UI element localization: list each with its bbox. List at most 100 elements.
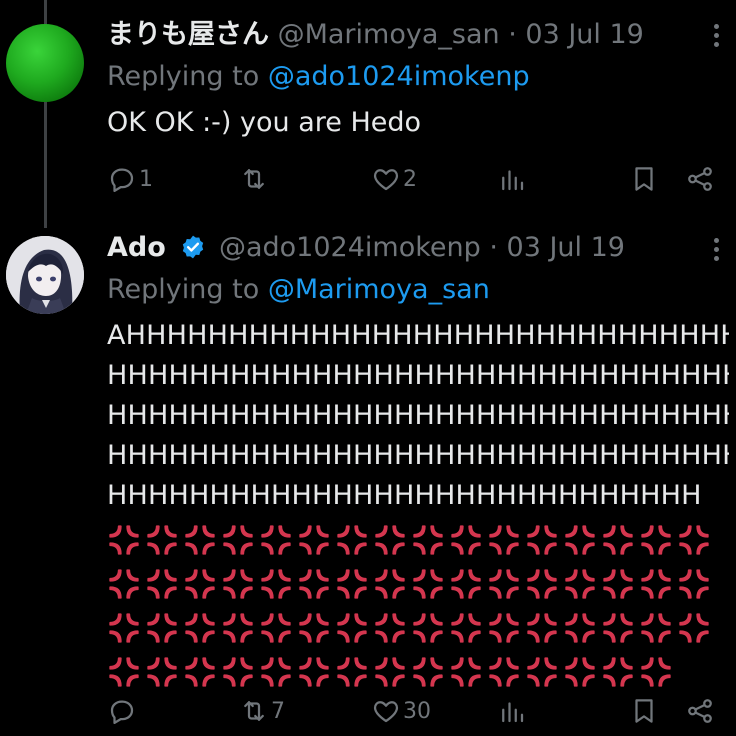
anger-symbol-icon: [565, 569, 595, 599]
anger-symbol-icon: [261, 569, 291, 599]
tweet-date[interactable]: 03 Jul 19: [507, 232, 625, 263]
like-count: 2: [403, 166, 417, 192]
anger-symbol-icon: [489, 657, 519, 687]
anger-symbol-icon: [641, 657, 671, 687]
anger-symbol-icon: [413, 525, 443, 555]
more-options-icon[interactable]: [714, 24, 720, 52]
anger-symbol-icon: [489, 525, 519, 555]
reply-button[interactable]: 1: [107, 162, 153, 196]
retweet-count: 7: [271, 698, 285, 724]
like-button[interactable]: 2: [371, 162, 417, 196]
anger-symbol-icon: [527, 613, 557, 643]
anger-symbol-icon: [109, 569, 139, 599]
anger-symbol-icon: [261, 613, 291, 643]
tweet-text-line: HHHHHHHHHHHHHHHHHHHHHHHHHHHHH: [107, 480, 702, 511]
bookmark-button[interactable]: [629, 162, 659, 196]
anger-symbol-icon: [565, 525, 595, 555]
user-handle[interactable]: @Marimoya_san: [278, 19, 500, 50]
display-name[interactable]: まりも屋さん: [107, 19, 269, 50]
anger-symbol-icon: [147, 613, 177, 643]
bookmark-button[interactable]: [629, 694, 659, 728]
anger-symbol-icon: [223, 613, 253, 643]
tweet-ado[interactable]: Ado @ado1024imokenp · 03 Jul 19 Replying…: [0, 228, 736, 736]
anger-symbol-icon: [641, 525, 671, 555]
anger-symbol-icon: [641, 613, 671, 643]
action-bar: 1 2: [107, 162, 719, 196]
anger-symbol-icon: [223, 657, 253, 687]
anger-symbol-icon: [451, 657, 481, 687]
tweet-text-line: HHHHHHHHHHHHHHHHHHHHHHHHHHHHHHHH: [107, 400, 729, 431]
mention-link[interactable]: @ado1024imokenp: [268, 61, 530, 92]
anger-symbol-icon: [679, 569, 709, 599]
reply-count: 1: [139, 166, 153, 192]
replying-to-label: Replying to: [107, 274, 260, 305]
verified-badge-icon: [183, 235, 204, 259]
anger-symbol-icon: [451, 525, 481, 555]
heart-icon: [373, 169, 399, 191]
heart-icon: [373, 701, 399, 723]
share-icon: [688, 699, 712, 723]
reply-icon: [110, 700, 134, 724]
share-button[interactable]: [685, 694, 715, 728]
reply-button[interactable]: [107, 694, 139, 728]
more-options-icon[interactable]: [714, 238, 720, 266]
anger-symbol-icon: [527, 657, 557, 687]
anger-symbol-icon: [375, 657, 405, 687]
anger-symbol-icon: [147, 525, 177, 555]
bookmark-icon: [635, 699, 653, 723]
reply-icon: [110, 168, 134, 192]
like-button[interactable]: 30: [371, 694, 431, 728]
display-name[interactable]: Ado: [107, 232, 166, 263]
anger-emoji-block: [107, 518, 727, 694]
mention-link[interactable]: @Marimoya_san: [268, 274, 490, 305]
share-icon: [688, 167, 712, 191]
avatar[interactable]: [6, 236, 84, 314]
anger-symbol-icon: [489, 569, 519, 599]
tweet-header: Ado @ado1024imokenp · 03 Jul 19: [107, 231, 625, 265]
share-button[interactable]: [685, 162, 715, 196]
separator-dot: ·: [508, 19, 517, 50]
tweet-text: OK OK :-) you are Hedo: [107, 107, 422, 138]
anger-symbol-icon: [147, 657, 177, 687]
user-handle[interactable]: @ado1024imokenp: [219, 232, 481, 263]
retweet-icon: [244, 169, 264, 189]
anger-symbol-icon: [299, 613, 329, 643]
anger-symbol-icon: [603, 657, 633, 687]
anger-symbol-icon: [185, 613, 215, 643]
anger-symbol-icon: [641, 569, 671, 599]
anger-symbol-icon: [147, 569, 177, 599]
anger-symbol-icon: [261, 525, 291, 555]
anger-symbol-icon: [299, 569, 329, 599]
retweet-button[interactable]: [239, 162, 271, 196]
tweet-marimoya[interactable]: まりも屋さん @Marimoya_san · 03 Jul 19 Replyin…: [0, 0, 736, 228]
views-chart-icon: [502, 170, 524, 191]
views-chart-icon: [502, 702, 524, 723]
replying-to-line: Replying to @ado1024imokenp: [107, 60, 530, 94]
anger-symbol-icon: [375, 525, 405, 555]
views-button[interactable]: [497, 694, 527, 728]
anger-symbol-icon: [527, 525, 557, 555]
anger-symbol-icon: [565, 613, 595, 643]
anger-symbol-icon: [185, 569, 215, 599]
anger-symbol-icon: [109, 613, 139, 643]
tweet-text-line: HHHHHHHHHHHHHHHHHHHHHHHHHHHHHHHH: [107, 440, 729, 471]
retweet-button[interactable]: 7: [239, 694, 285, 728]
anger-symbol-icon: [223, 525, 253, 555]
views-button[interactable]: [497, 162, 527, 196]
anger-symbol-icon: [603, 525, 633, 555]
anger-emoji-row: [107, 606, 727, 650]
anger-symbol-icon: [565, 657, 595, 687]
anger-symbol-icon: [109, 657, 139, 687]
anger-symbol-icon: [109, 525, 139, 555]
avatar[interactable]: [6, 24, 84, 102]
anger-symbol-icon: [337, 613, 367, 643]
anime-girl-avatar-icon: [6, 236, 84, 314]
separator-dot: ·: [489, 232, 498, 263]
bookmark-icon: [635, 167, 653, 191]
anger-symbol-icon: [223, 569, 253, 599]
anger-symbol-icon: [299, 525, 329, 555]
anger-emoji-row: [107, 650, 727, 694]
anger-symbol-icon: [413, 613, 443, 643]
anger-symbol-icon: [603, 569, 633, 599]
tweet-date[interactable]: 03 Jul 19: [525, 19, 643, 50]
